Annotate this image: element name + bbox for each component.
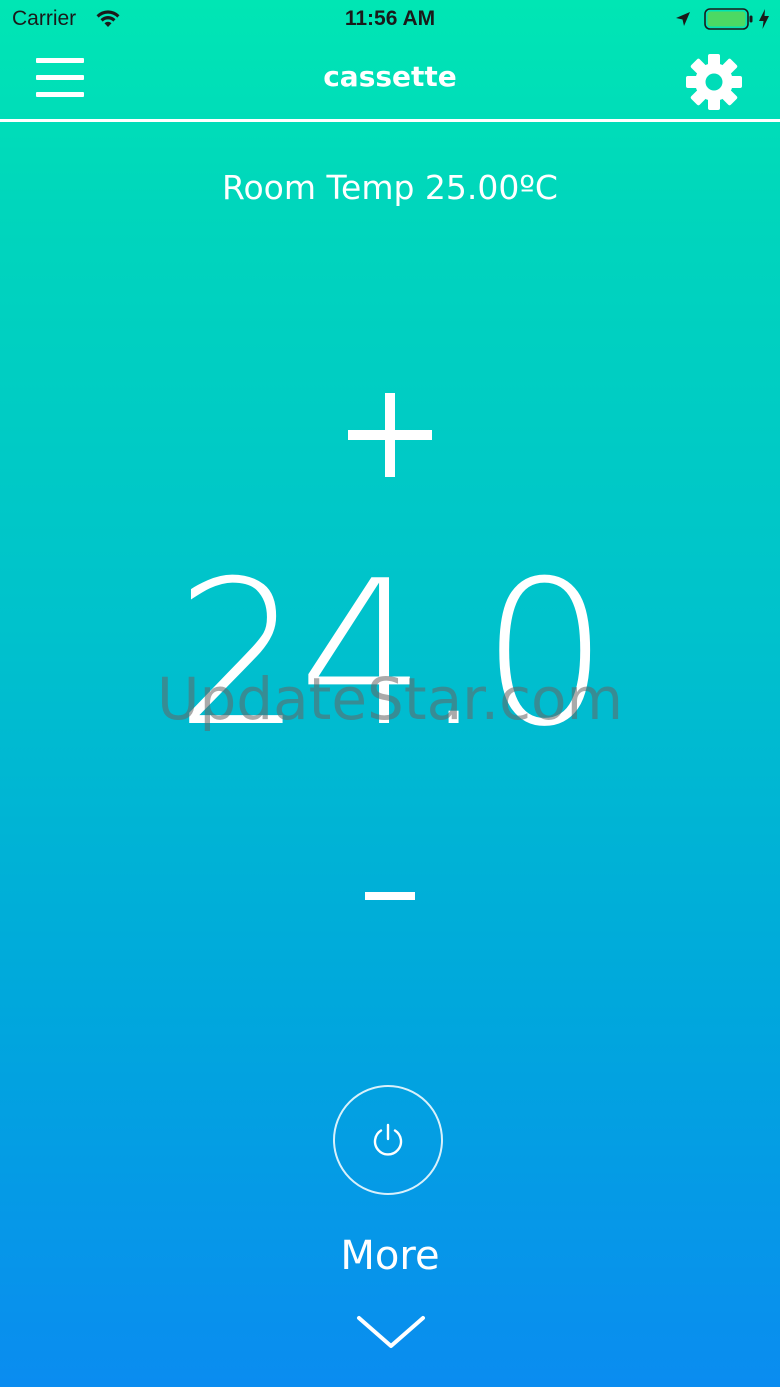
more-button[interactable]: More — [0, 1233, 780, 1279]
navigation-bar: cassette — [0, 40, 780, 122]
watermark: UpdateStar.com — [157, 665, 623, 733]
location-arrow-icon — [676, 12, 690, 26]
decrease-temperature-button[interactable] — [340, 860, 440, 930]
more-expand-button[interactable] — [355, 1312, 427, 1352]
room-temperature-label: Room Temp 25.00ºC — [222, 168, 558, 207]
gear-icon — [686, 54, 742, 110]
increase-temperature-button[interactable] — [340, 385, 440, 485]
charging-bolt-icon — [759, 9, 769, 29]
battery-icon — [704, 8, 753, 30]
chevron-down-icon — [357, 1316, 425, 1348]
power-icon — [373, 1123, 403, 1156]
thermostat-screen: Carrier 11:56 AM cassette Room Temp 25.0… — [0, 0, 780, 1387]
power-button[interactable] — [333, 1085, 443, 1195]
status-bar: Carrier 11:56 AM — [0, 0, 780, 40]
settings-button[interactable] — [684, 52, 744, 112]
page-title: cassette — [323, 60, 457, 93]
plus-icon — [348, 393, 432, 477]
status-time: 11:56 AM — [344, 7, 436, 30]
minus-icon — [365, 892, 415, 900]
